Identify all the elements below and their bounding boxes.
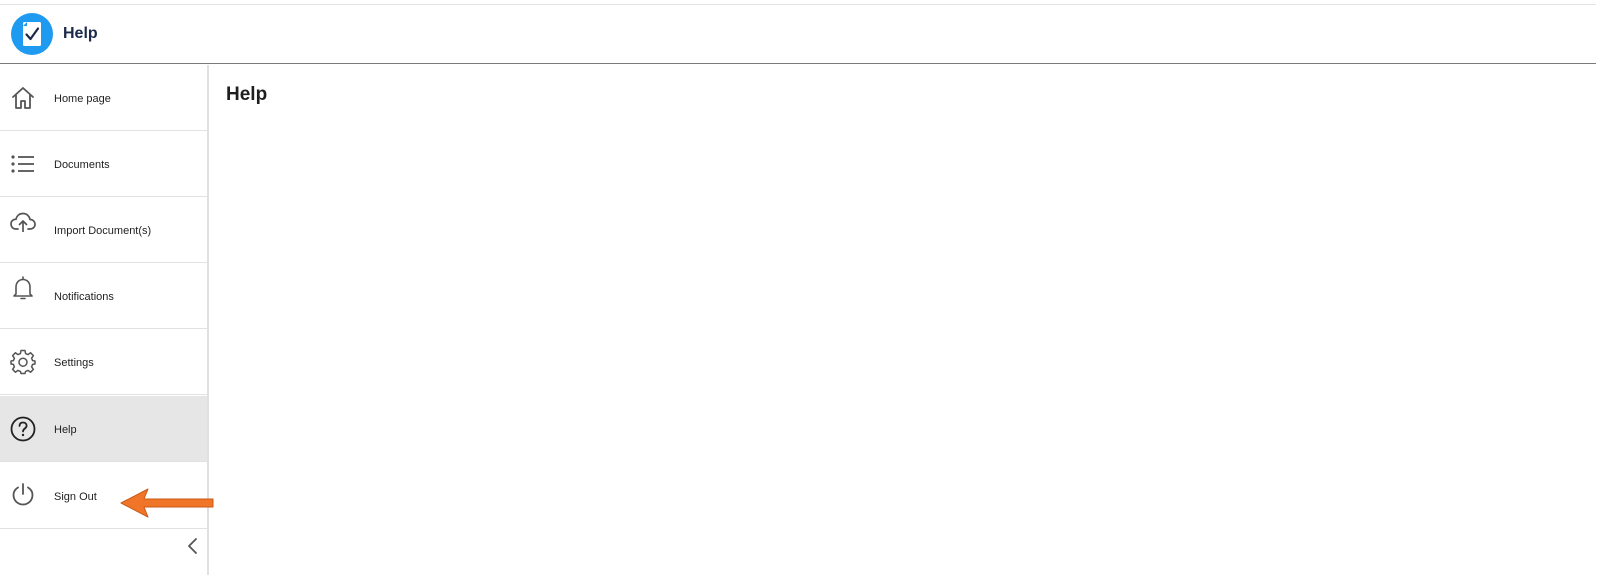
arrow-left-icon	[120, 488, 214, 518]
sidebar-item-help[interactable]: Help	[0, 396, 207, 462]
sidebar-item-label: Help	[54, 424, 77, 436]
sidebar-item-label: Home page	[54, 93, 111, 105]
list-icon	[11, 155, 34, 173]
power-icon	[12, 483, 34, 506]
sidebar-item-label: Import Document(s)	[54, 225, 152, 237]
chevron-left-icon[interactable]	[182, 535, 204, 557]
bell-icon	[13, 276, 33, 300]
document-check-icon[interactable]	[11, 13, 53, 55]
sidebar-item-import[interactable]: Import Document(s)	[0, 197, 207, 263]
sidebar-item-notifications[interactable]: Notifications	[0, 263, 207, 329]
page-title: Help	[226, 84, 268, 105]
cloud-upload-icon	[10, 212, 36, 232]
app-title: Help	[63, 25, 98, 42]
sidebar-item-home[interactable]: Home page	[0, 65, 207, 131]
sidebar-item-settings[interactable]: Settings	[0, 329, 207, 395]
sidebar-item-label: Sign Out	[54, 491, 97, 503]
sidebar-item-label: Notifications	[54, 291, 114, 303]
home-icon	[12, 87, 34, 109]
sidebar-item-label: Settings	[54, 357, 94, 369]
app-header: Help	[0, 5, 1596, 64]
gear-icon	[10, 349, 36, 375]
sidebar-item-documents[interactable]: Documents	[0, 131, 207, 197]
help-circle-icon	[10, 416, 36, 442]
sidebar-item-label: Documents	[54, 159, 110, 171]
